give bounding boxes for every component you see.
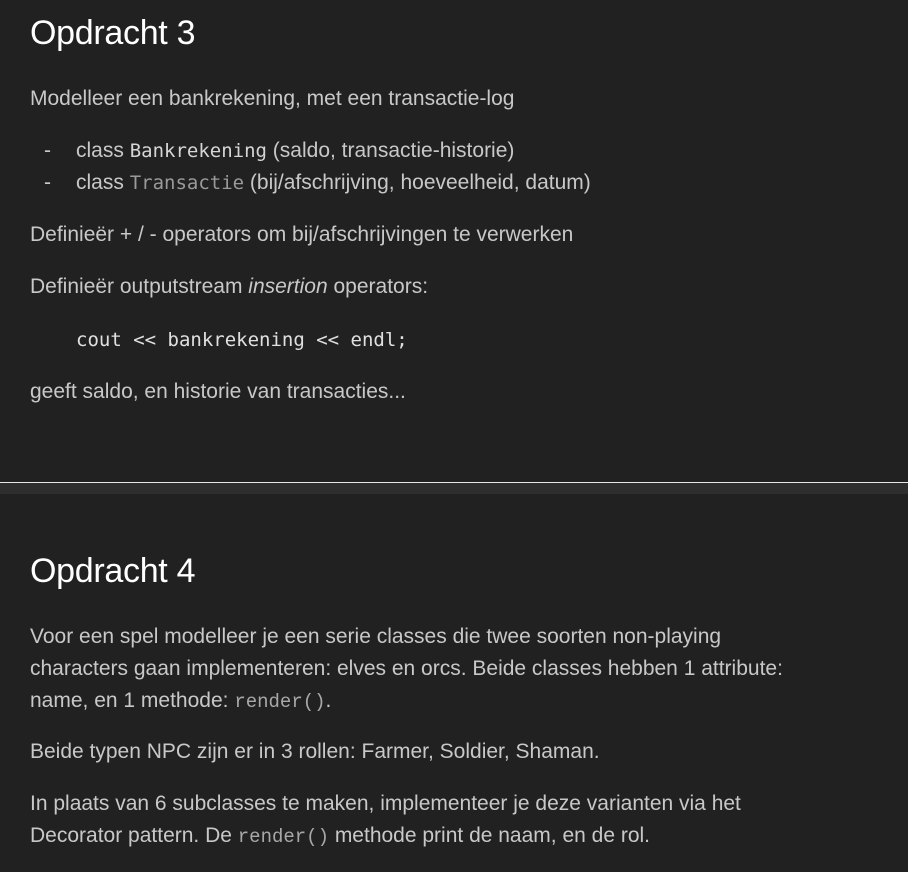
insertion-italic: insertion [248,275,328,298]
insertion-suffix: operators: [327,275,429,298]
bullet-item-transactie: - class Transactie (bij/afschrijving, hoe… [44,167,591,199]
intro-text: Modelleer een bankrekening, met een tran… [30,87,515,110]
bullet-prefix: class [76,139,130,162]
code-example: cout << bankrekening << endl; [76,329,408,351]
bullet-suffix: (saldo, transactie-historie) [266,139,515,162]
class-name-code: Bankrekening [129,140,267,162]
method-code: render() [237,826,329,848]
slide-divider [0,482,908,494]
insertion-prefix: Definieër outputstream [30,275,249,298]
slide-opdracht-3: Opdracht 3 Modelleer een bankrekening, m… [0,0,908,482]
bullet-prefix: class [76,171,130,194]
slide-title: Opdracht 4 [30,552,196,590]
paragraph-line: Voor een spel modelleer je een serie cla… [30,625,722,648]
bullet-dash: - [44,171,51,194]
text-suffix: . [325,689,332,712]
paragraph-line: In plaats van 6 subclasses te maken, imp… [30,792,741,815]
operators-text: Definieër + / - operators om bij/afschri… [30,223,574,246]
bullet-suffix: (bij/afschrijving, hoeveelheid, datum) [244,171,591,194]
bullet-item-bankrekening: - class Bankrekening (saldo, transactie-h… [44,135,514,167]
class-name-code: Transactie [129,172,245,194]
slide-title: Opdracht 3 [30,14,196,52]
paragraph-line: name, en 1 methode: render(). [30,685,331,718]
text-prefix: Decorator pattern. De [30,824,238,847]
insertion-text: Definieër outputstream insertion operato… [30,271,428,303]
bullet-dash: - [44,139,51,162]
paragraph-line: characters gaan implementeren: elves en … [30,657,783,680]
text-prefix: name, en 1 methode: [30,689,235,712]
paragraph-line: Decorator pattern. De render() methode p… [30,820,650,853]
text-suffix: methode print de naam, en de rol. [328,824,651,847]
roles-text: Beide typen NPC zijn er in 3 rollen: Far… [30,740,600,763]
result-text: geeft saldo, en historie van transacties… [30,380,406,403]
method-code: render() [234,691,326,713]
slide-opdracht-4: Opdracht 4 Voor een spel modelleer je ee… [0,494,908,872]
